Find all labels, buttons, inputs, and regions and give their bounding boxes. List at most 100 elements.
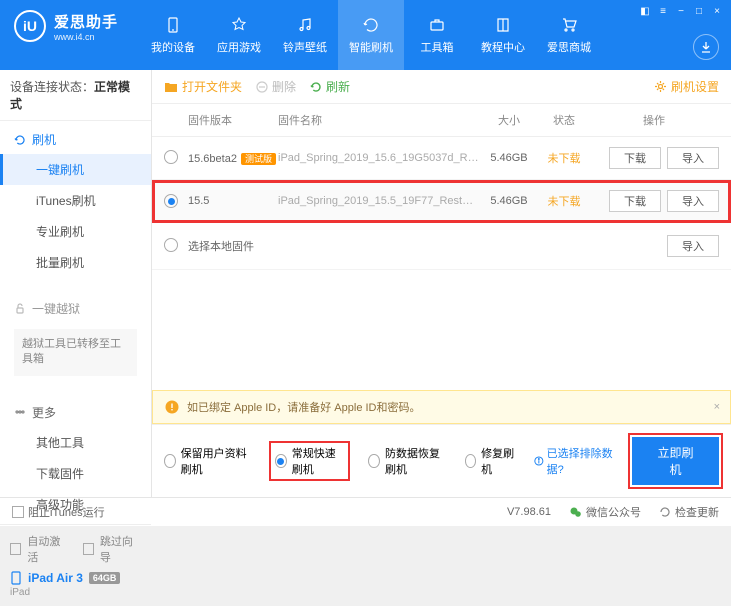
sidebar-group-more[interactable]: 更多: [0, 398, 151, 427]
warning-icon: [165, 400, 179, 414]
toolbar: 打开文件夹 删除 刷新 刷机设置: [152, 70, 731, 104]
logo-area: iU 爱思助手 www.i4.cn: [0, 0, 132, 52]
firmware-name: iPad_Spring_2019_15.6_19G5037d_Restore.i…: [278, 152, 479, 164]
device-block: 自动激活 跳过向导 iPad Air 3 64GB iPad: [0, 524, 151, 606]
firmware-size: 5.46GB: [479, 195, 539, 207]
sidebar-group-flash[interactable]: 刷机: [0, 125, 151, 154]
block-itunes-checkbox[interactable]: 阻止iTunes运行: [12, 504, 105, 520]
opt-anti-recovery[interactable]: 防数据恢复刷机: [368, 445, 446, 477]
appleid-warning: 如已绑定 Apple ID，请准备好 Apple ID和密码。 ×: [152, 390, 731, 424]
main-panel: 打开文件夹 删除 刷新 刷机设置 固件版本 固件名称 大小 状态 操作 15.6…: [152, 70, 731, 497]
info-icon: [534, 455, 544, 467]
more-icon: [14, 406, 26, 418]
sidebar-group-jailbreak[interactable]: 一键越狱: [0, 294, 151, 323]
row-radio[interactable]: [164, 194, 178, 208]
refresh-icon: [14, 134, 26, 146]
nav-flash[interactable]: 智能刷机: [338, 0, 404, 70]
th-ops: 操作: [589, 112, 719, 128]
nav-my-device[interactable]: 我的设备: [140, 0, 206, 70]
apps-icon: [229, 15, 249, 35]
import-button[interactable]: 导入: [667, 147, 719, 169]
th-name: 固件名称: [278, 112, 479, 128]
import-button[interactable]: 导入: [667, 235, 719, 257]
firmware-state: 未下载: [539, 150, 589, 166]
statusbar: 阻止iTunes运行 V7.98.61 微信公众号 检查更新: [0, 497, 731, 526]
sidebar-item-batch-flash[interactable]: 批量刷机: [0, 247, 151, 278]
th-state: 状态: [539, 112, 589, 128]
nav-store[interactable]: 爱思商城: [536, 0, 602, 70]
row-radio[interactable]: [164, 238, 178, 252]
firmware-row-selected[interactable]: 15.5 iPad_Spring_2019_15.5_19F77_Restore…: [152, 180, 731, 223]
exclude-data-link[interactable]: 已选择排除数据?: [534, 445, 614, 477]
brand-name: 爱思助手: [54, 11, 118, 32]
nav-toolbox[interactable]: 工具箱: [404, 0, 470, 70]
beta-badge: 测试版: [241, 153, 276, 165]
sidebar-item-oneclick-flash[interactable]: 一键刷机: [0, 154, 151, 185]
toolbox-icon: [427, 15, 447, 35]
flash-settings-button[interactable]: 刷机设置: [654, 78, 719, 95]
wechat-link[interactable]: 微信公众号: [569, 504, 641, 520]
warning-close-icon[interactable]: ×: [714, 401, 720, 413]
nav-apps[interactable]: 应用游戏: [206, 0, 272, 70]
refresh-icon: [310, 81, 322, 93]
flash-options: 保留用户资料刷机 常规快速刷机 防数据恢复刷机 修复刷机 已选择排除数据? 立即…: [152, 424, 731, 497]
firmware-size: 5.46GB: [479, 152, 539, 164]
opt-normal-flash[interactable]: 常规快速刷机: [275, 445, 344, 477]
skip-guide-checkbox[interactable]: [83, 543, 94, 555]
wechat-icon: [569, 506, 582, 519]
nav-tutorials[interactable]: 教程中心: [470, 0, 536, 70]
nav-ringtones[interactable]: 铃声壁纸: [272, 0, 338, 70]
window-controls: ◧ ≡ − □ ×: [637, 4, 725, 18]
flash-now-button[interactable]: 立即刷机: [632, 437, 719, 485]
ipad-icon: [10, 571, 22, 585]
jailbreak-note: 越狱工具已转移至工具箱: [14, 329, 137, 376]
sidebar-item-itunes-flash[interactable]: iTunes刷机: [0, 185, 151, 216]
menu-button[interactable]: ≡: [655, 4, 671, 18]
skin-button[interactable]: ◧: [637, 4, 653, 18]
connection-status: 设备连接状态：正常模式: [0, 70, 151, 121]
music-icon: [295, 15, 315, 35]
import-button[interactable]: 导入: [667, 190, 719, 212]
maximize-button[interactable]: □: [691, 4, 707, 18]
open-folder-button[interactable]: 打开文件夹: [164, 78, 242, 95]
storage-badge: 64GB: [89, 572, 121, 584]
minimize-button[interactable]: −: [673, 4, 689, 18]
cart-icon: [559, 15, 579, 35]
check-update-link[interactable]: 检查更新: [659, 504, 719, 520]
sidebar-item-other-tools[interactable]: 其他工具: [0, 427, 151, 458]
gear-icon: [654, 80, 667, 93]
folder-icon: [164, 81, 178, 93]
opt-keep-data[interactable]: 保留用户资料刷机: [164, 445, 251, 477]
device-name[interactable]: iPad Air 3 64GB: [10, 571, 141, 585]
row-radio[interactable]: [164, 150, 178, 164]
download-button[interactable]: 下载: [609, 147, 661, 169]
close-button[interactable]: ×: [709, 4, 725, 18]
sidebar-item-pro-flash[interactable]: 专业刷机: [0, 216, 151, 247]
device-sub: iPad: [10, 587, 141, 598]
titlebar: iU 爱思助手 www.i4.cn 我的设备 应用游戏 铃声壁纸 智能刷机 工具…: [0, 0, 731, 70]
opt-repair[interactable]: 修复刷机: [465, 445, 516, 477]
local-firmware-row[interactable]: 选择本地固件 导入: [152, 223, 731, 270]
refresh-button[interactable]: 刷新: [310, 78, 350, 95]
delete-button[interactable]: 删除: [256, 78, 296, 95]
download-button[interactable]: 下载: [609, 190, 661, 212]
book-icon: [493, 15, 513, 35]
table-header: 固件版本 固件名称 大小 状态 操作: [152, 104, 731, 137]
sidebar: 设备连接状态：正常模式 刷机 一键刷机 iTunes刷机 专业刷机 批量刷机 一…: [0, 70, 152, 497]
brand-url: www.i4.cn: [54, 32, 118, 42]
delete-icon: [256, 81, 268, 93]
firmware-row[interactable]: 15.6beta2测试版 iPad_Spring_2019_15.6_19G50…: [152, 137, 731, 180]
download-manager-button[interactable]: [693, 34, 719, 60]
lock-icon: [14, 303, 26, 315]
app-logo-icon: iU: [14, 10, 46, 42]
auto-activate-checkbox[interactable]: [10, 543, 21, 555]
version-label: V7.98.61: [507, 506, 551, 518]
th-version: 固件版本: [188, 112, 278, 128]
device-icon: [163, 15, 183, 35]
th-size: 大小: [479, 112, 539, 128]
sidebar-item-download-firmware[interactable]: 下载固件: [0, 458, 151, 489]
local-firmware-label: 选择本地固件: [188, 238, 589, 254]
firmware-name: iPad_Spring_2019_15.5_19F77_Restore.ipsw: [278, 195, 479, 207]
flash-icon: [361, 15, 381, 35]
firmware-state: 未下载: [539, 193, 589, 209]
